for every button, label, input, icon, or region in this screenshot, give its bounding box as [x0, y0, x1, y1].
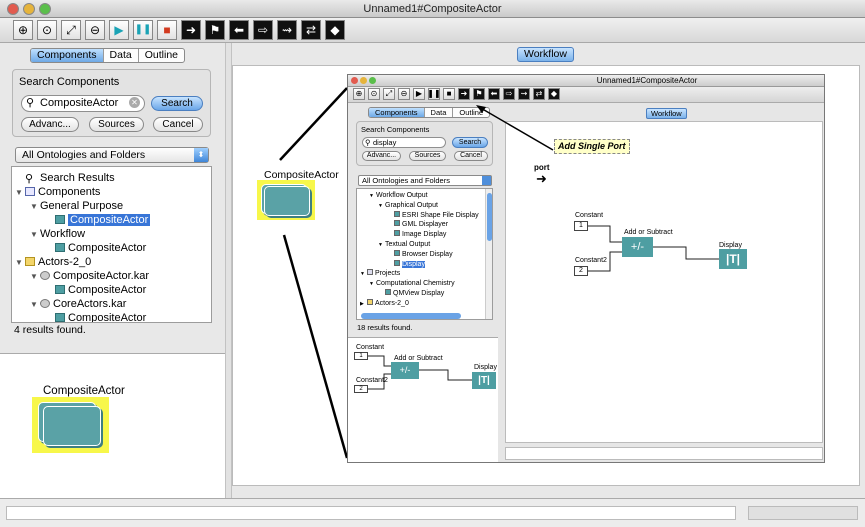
tree-item-label: CompositeActor: [68, 242, 147, 254]
left-tabs: Components Data Outline: [30, 48, 186, 63]
tree-item-label: Components: [38, 186, 101, 198]
zoom-out-icon[interactable]: ⊖: [85, 20, 105, 40]
preview-pane: CompositeActor: [0, 353, 225, 498]
tab-components[interactable]: Components: [31, 49, 104, 62]
zoom-in-icon[interactable]: ⊕: [13, 20, 33, 40]
components-tree: ⚲ Search Results ▼ Components ▼ General Purpo…: [11, 166, 212, 323]
tree-item[interactable]: ▼ CoreActors.kar: [30, 297, 126, 311]
tree-item[interactable]: ⚲ Search Results: [15, 171, 115, 185]
sources-button[interactable]: Sources: [89, 117, 144, 132]
disclosure-triangle-icon[interactable]: ▼: [30, 298, 40, 312]
tree-item-label: CompositeActor.kar: [53, 270, 149, 282]
zoom-reset-icon[interactable]: ⊙: [37, 20, 57, 40]
preview-actor: [32, 397, 109, 453]
tree-item-label: CompositeActor: [68, 312, 147, 323]
workflow-panel: Workflow CompositeActor Unnamed1#Composi…: [232, 43, 865, 498]
tree-item-label: CoreActors.kar: [53, 298, 127, 310]
chevron-down-icon: ⬍: [194, 148, 208, 162]
actor-icon: [55, 215, 65, 224]
tree-item[interactable]: ▼ Workflow: [30, 227, 85, 241]
tree-item[interactable]: ▼ General Purpose: [30, 199, 123, 213]
disclosure-triangle-icon[interactable]: ▼: [15, 256, 25, 270]
tree-item-label: CompositeActor: [68, 214, 151, 226]
panel-splitter[interactable]: [225, 43, 232, 498]
io-multiport-icon[interactable]: ⇝: [277, 20, 297, 40]
search-button[interactable]: Search: [151, 96, 203, 111]
book-icon: [25, 187, 35, 196]
zoom-window-icon[interactable]: [39, 3, 51, 15]
main-toolbar: ⊕ ⊙ ⤢ ⊖ ▶ ❚❚ ■ ➜ ⚑ ⬅ ⇨ ⇝ ⇄ ◆: [0, 18, 865, 43]
actor-icon: [55, 285, 65, 294]
search-group-label: Search Components: [19, 76, 120, 88]
tree-item-label: CompositeActor: [68, 284, 147, 296]
status-field: [6, 506, 736, 520]
tree-item-label: General Purpose: [40, 200, 124, 212]
tree-item[interactable]: CompositeActor: [45, 283, 146, 297]
search-icon: ⚲: [26, 97, 35, 109]
minimize-window-icon[interactable]: [23, 3, 35, 15]
clear-search-icon[interactable]: ✕: [129, 97, 140, 108]
status-bar: [0, 498, 865, 527]
tree-item[interactable]: ▼ Actors-2_0: [15, 255, 91, 269]
input-port-icon[interactable]: ⚑: [205, 20, 225, 40]
tree-item[interactable]: ▼ CompositeActor.kar: [30, 269, 149, 283]
disclosure-triangle-icon[interactable]: ▼: [30, 228, 40, 242]
results-count: 4 results found.: [14, 324, 86, 336]
io-port-icon[interactable]: ⬅: [229, 20, 249, 40]
search-input-value: CompositeActor: [40, 97, 119, 109]
output-port-icon[interactable]: ➜: [181, 20, 201, 40]
main-area: Components Data Outline Search Component…: [0, 43, 865, 498]
window-title: Unnamed1#CompositeActor: [363, 3, 502, 15]
gear-icon: [40, 299, 50, 308]
annotation-arrow: [476, 105, 554, 151]
close-window-icon[interactable]: [7, 3, 19, 15]
run-icon[interactable]: ▶: [109, 20, 129, 40]
gear-icon: [40, 271, 50, 280]
tab-outline[interactable]: Outline: [139, 49, 184, 62]
tree-item-label: Workflow: [40, 228, 86, 240]
diamond-relation-icon[interactable]: ◆: [325, 20, 345, 40]
tree-item[interactable]: CompositeActor: [45, 213, 151, 227]
search-input[interactable]: ⚲ CompositeActor ✕: [21, 95, 145, 112]
left-panel: Components Data Outline Search Component…: [0, 43, 225, 498]
advanced-button[interactable]: Advanc...: [21, 117, 79, 132]
pause-icon[interactable]: ❚❚: [133, 20, 153, 40]
multiport-icon[interactable]: ⇨: [253, 20, 273, 40]
stop-icon[interactable]: ■: [157, 20, 177, 40]
tree-item-label: Search Results: [40, 172, 115, 184]
zoom-fit-icon[interactable]: ⤢: [61, 20, 81, 40]
cancel-button[interactable]: Cancel: [153, 117, 203, 132]
search-components-group: Search Components ⚲ CompositeActor ✕ Sea…: [12, 69, 211, 137]
actor-icon: [55, 243, 65, 252]
tree-item-label: Actors-2_0: [38, 256, 92, 268]
search-icon: ⚲: [25, 173, 34, 185]
tree-item[interactable]: CompositeActor: [45, 241, 146, 255]
ontology-select[interactable]: All Ontologies and Folders ⬍: [15, 147, 209, 163]
inner-window: Unnamed1#CompositeActor ⊕ ⊙ ⤢ ⊖ ▶ ❚❚ ■ ➜ ⚑ ⬅ ⇨ ⇝ ⇄ ◆ …: [347, 74, 825, 463]
status-progress: [748, 506, 858, 520]
disclosure-triangle-icon[interactable]: ▼: [30, 200, 40, 214]
disclosure-triangle-icon[interactable]: ▼: [30, 270, 40, 284]
tab-data[interactable]: Data: [104, 49, 139, 62]
tree-item[interactable]: ▼ Components: [15, 185, 100, 199]
title-bar: Unnamed1#CompositeActor: [0, 0, 865, 18]
relation-port-icon[interactable]: ⇄: [301, 20, 321, 40]
disclosure-triangle-icon[interactable]: ▼: [15, 186, 25, 200]
preview-actor-label: CompositeActor: [43, 385, 125, 397]
tree-item[interactable]: CompositeActor: [45, 311, 147, 323]
ontology-select-value: All Ontologies and Folders: [22, 149, 146, 161]
actor-icon: [55, 313, 65, 322]
folder-icon: [25, 257, 35, 266]
